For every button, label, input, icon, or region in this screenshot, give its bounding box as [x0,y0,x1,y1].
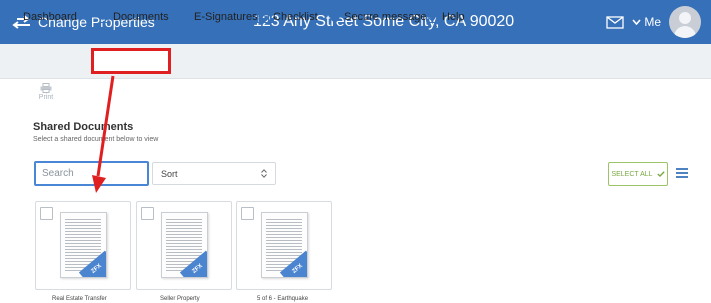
document-title[interactable]: Seller Property [160,296,200,302]
document-checkbox[interactable] [241,207,254,220]
user-menu[interactable]: Me [632,15,661,29]
sort-label: Sort [161,168,178,179]
nav-secure-message-label: Secure message [344,11,427,23]
document-thumbnail[interactable]: ZFX [261,212,308,278]
nav-help-label: Help [442,11,465,23]
home-icon [8,12,19,22]
nav-documents-label: Documents [113,11,169,23]
section-subtitle: Select a shared document below to view [33,136,159,143]
help-icon [426,11,438,23]
select-all-button[interactable]: SELECT ALL [608,162,668,186]
documents-highlight-box [91,48,171,74]
print-label: Print [38,94,54,101]
document-card[interactable]: ZFX [136,201,232,290]
mail-icon[interactable] [606,15,624,29]
nav-dashboard-label: Dashboard [23,11,77,23]
nav-checklist[interactable]: Checklist [257,0,318,34]
sort-select[interactable]: Sort [152,162,276,185]
document-title[interactable]: Real Estate Transfer [52,296,107,302]
print-button[interactable]: Print [34,83,58,101]
app-window: Change Properties 123 Any Street Some Ci… [0,0,711,303]
document-checkbox[interactable] [40,207,53,220]
document-icon [99,11,109,23]
nav-dashboard[interactable]: Dashboard [8,0,77,34]
list-view-icon[interactable] [675,166,689,180]
avatar[interactable] [669,6,701,38]
document-thumbnail[interactable]: ZFX [60,212,107,278]
search-input[interactable] [34,161,149,186]
top-right-controls: Me [606,6,701,38]
nav-esignatures[interactable]: E-Signatures [178,0,258,34]
select-all-label: SELECT ALL [611,170,653,178]
shield-icon [330,11,340,23]
nav-documents[interactable]: Documents [99,0,169,34]
nav-checklist-label: Checklist [273,11,318,23]
document-card[interactable]: ZFX [35,201,131,290]
document-thumbnail[interactable]: ZFX [161,212,208,278]
section-title: Shared Documents [33,121,134,133]
chevron-down-icon [632,19,641,25]
document-checkbox[interactable] [141,207,154,220]
nav-esignatures-label: E-Signatures [194,11,258,23]
pen-icon [179,12,189,22]
document-card[interactable]: ZFX [236,201,332,290]
sort-arrows-icon [261,169,267,178]
nav-secure-message[interactable]: Secure message [330,0,427,34]
calendar-icon [257,12,269,23]
print-icon [40,83,52,93]
user-label: Me [644,15,661,29]
check-icon [656,171,665,177]
document-title[interactable]: 5 of 6 - Earthquake [257,296,308,302]
nav-help[interactable]: Help [426,0,465,34]
